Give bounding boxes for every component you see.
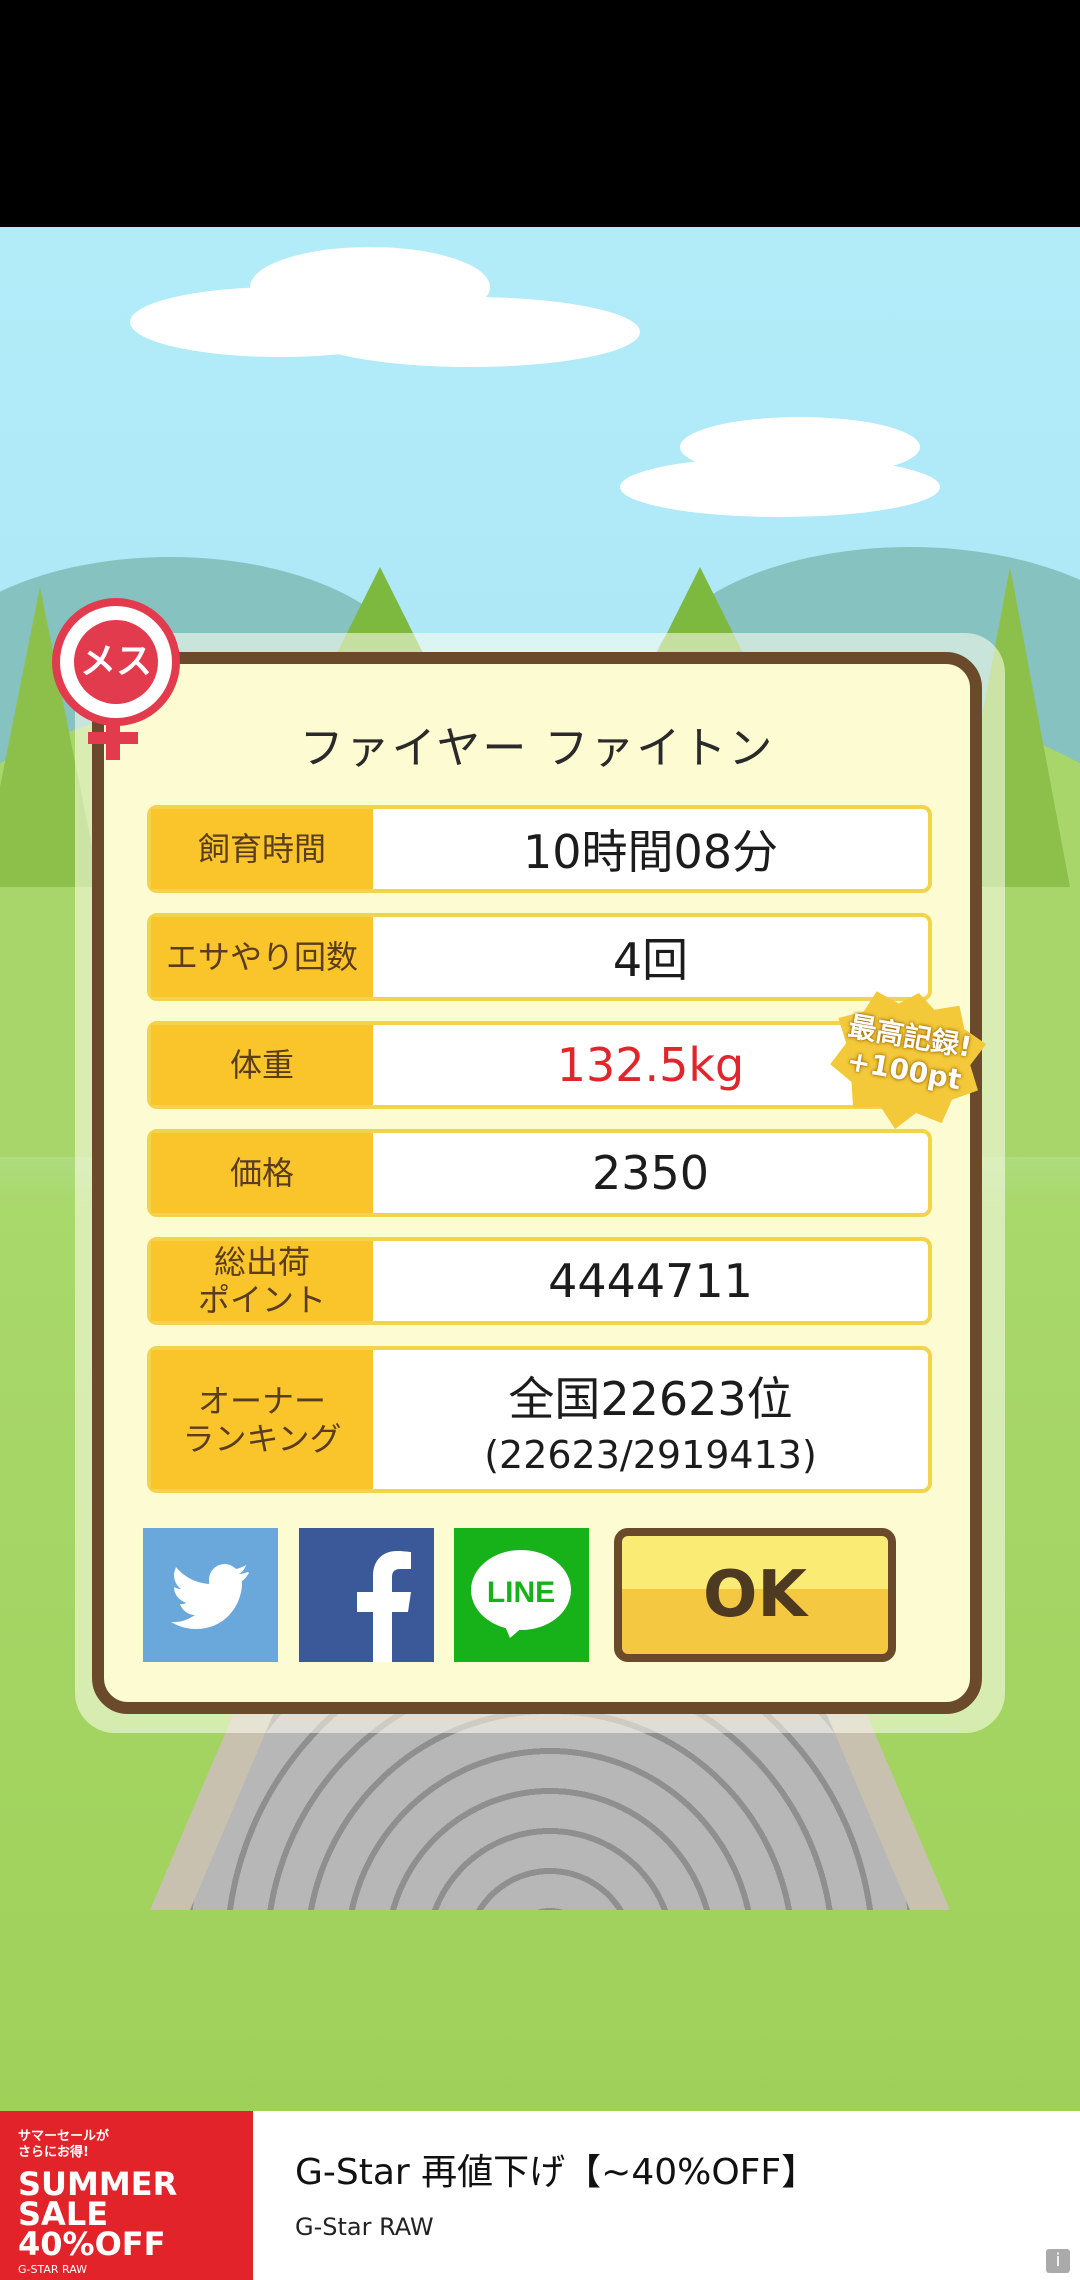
female-badge: メス (52, 598, 180, 726)
stat-row-owner-ranking: オーナー ランキング 全国22623位 (22623/2919413) (147, 1346, 932, 1493)
ad-advertiser[interactable]: G-Star RAW (295, 2213, 434, 2241)
stat-value: 4回 (612, 933, 689, 987)
stat-value: 4444711 (548, 1254, 753, 1308)
ad-image-headline: SUMMER SALE 40%OFF (18, 2165, 178, 2263)
twitter-share-button[interactable] (143, 1528, 278, 1662)
stat-label: 体重 (151, 1025, 373, 1105)
ad-image-brand: G-STAR RAW (18, 2263, 88, 2276)
status-bar (0, 0, 1080, 227)
stat-row-raising-time: 飼育時間 10時間08分 (147, 805, 932, 893)
ad-banner[interactable]: サマーセールが さらにお得! SUMMER SALE 40%OFF G-STAR… (0, 2111, 1080, 2280)
pet-name: ファイヤー ファイトン (299, 723, 775, 774)
ad-image-caption: サマーセールが さらにお得! (18, 2129, 110, 2160)
stat-row-total-points: 総出荷 ポイント 4444711 (147, 1237, 932, 1325)
facebook-f-icon (357, 1551, 411, 1662)
stat-label: オーナー ランキング (151, 1350, 373, 1489)
info-icon[interactable]: i (1046, 2249, 1070, 2273)
stat-label: エサやり回数 (151, 917, 373, 997)
stat-value: 10時間08分 (522, 825, 779, 879)
line-icon: LINE (471, 1550, 571, 1638)
line-label: LINE (487, 1576, 555, 1609)
stat-value-group: 全国22623位 (22623/2919413) (373, 1350, 928, 1489)
stat-label: 飼育時間 (151, 809, 373, 889)
stat-row-weight: 体重 132.5kg (147, 1021, 932, 1109)
facebook-share-button[interactable] (299, 1528, 434, 1662)
line-share-button[interactable]: LINE (454, 1528, 589, 1662)
stat-row-price: 価格 2350 (147, 1129, 932, 1217)
stat-row-feed-count: エサやり回数 4回 (147, 913, 932, 1001)
ranking-value: 全国22623位 (508, 1371, 793, 1426)
ok-button[interactable]: OK (614, 1528, 896, 1662)
female-badge-label: メス (74, 620, 158, 704)
stat-label: 総出荷 ポイント (151, 1241, 373, 1321)
ad-image[interactable]: サマーセールが さらにお得! SUMMER SALE 40%OFF G-STAR… (0, 2111, 253, 2280)
ad-title[interactable]: G-Star 再値下げ【~40%OFF】 (295, 2143, 817, 2195)
ranking-detail: (22623/2919413) (484, 1432, 817, 1477)
stat-label: 価格 (151, 1133, 373, 1213)
twitter-bird-icon (171, 1564, 249, 1629)
stat-value: 2350 (591, 1146, 710, 1200)
